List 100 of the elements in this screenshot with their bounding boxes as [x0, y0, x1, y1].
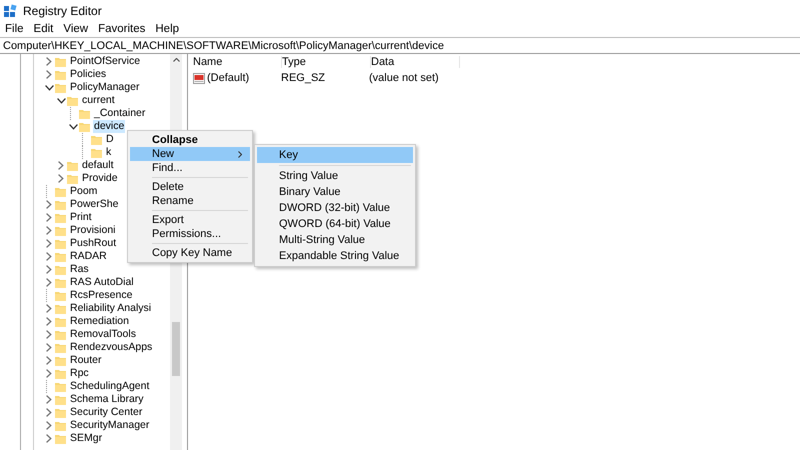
tree-item[interactable]: Rpc: [69, 367, 90, 380]
folder-icon: [55, 434, 66, 444]
tree-item[interactable]: Schema Library: [69, 393, 145, 406]
tree-item[interactable]: Poom: [69, 185, 98, 198]
scroll-up-icon[interactable]: [172, 58, 180, 62]
chevron-right-icon[interactable]: [46, 369, 52, 378]
chevron-right-icon[interactable]: [46, 304, 52, 313]
tree-item[interactable]: D: [105, 133, 115, 146]
folder-icon: [55, 186, 66, 196]
menu-item[interactable]: Binary Value: [257, 184, 413, 200]
menu-item[interactable]: DWORD (32-bit) Value: [257, 200, 413, 216]
tree-item[interactable]: default: [81, 159, 115, 172]
menu-item[interactable]: Rename: [130, 194, 250, 208]
chevron-right-icon[interactable]: [46, 252, 52, 261]
column-header[interactable]: Name: [193, 56, 282, 68]
chevron-right-icon[interactable]: [46, 434, 52, 443]
chevron-right-icon[interactable]: [46, 330, 52, 339]
tree-item[interactable]: Provisioni: [69, 224, 117, 237]
menu-item[interactable]: View: [59, 23, 92, 35]
folder-icon: [55, 200, 66, 210]
menu-item[interactable]: String Value: [257, 168, 413, 184]
address-bar[interactable]: Computer\HKEY_LOCAL_MACHINE\SOFTWARE\Microsoft\PolicyManager\current\device: [0, 37, 800, 54]
folder-icon: [55, 356, 66, 366]
folder-icon: [67, 160, 78, 170]
tree-item[interactable]: RendezvousApps: [69, 341, 154, 354]
tree-item[interactable]: RcsPresence: [69, 289, 134, 302]
column-header[interactable]: Type: [282, 56, 371, 68]
tree-item[interactable]: PowerShe: [69, 198, 120, 211]
chevron-right-icon[interactable]: [46, 395, 52, 404]
menu-item[interactable]: Edit: [30, 23, 58, 35]
chevron-right-icon[interactable]: [46, 421, 52, 430]
folder-icon: [55, 394, 66, 404]
window-title: Registry Editor: [23, 4, 102, 18]
tree-item[interactable]: Security Center: [69, 406, 144, 419]
folder-icon: [79, 122, 90, 132]
chevron-right-icon[interactable]: [46, 239, 52, 248]
tree-item[interactable]: RADAR: [69, 250, 108, 263]
menu-item[interactable]: Favorites: [94, 23, 150, 35]
tree-item[interactable]: current: [81, 94, 116, 107]
tree-item[interactable]: PushRout: [69, 237, 118, 250]
tree-item[interactable]: Policies: [69, 68, 108, 81]
table-cell-text: REG_SZ: [281, 72, 326, 84]
tree-item[interactable]: k: [105, 146, 112, 159]
folder-icon: [67, 96, 78, 106]
folder-icon: [55, 70, 66, 80]
menu-item[interactable]: New: [130, 147, 250, 161]
tree-item[interactable]: Print: [69, 211, 93, 224]
chevron-right-icon[interactable]: [46, 70, 52, 79]
chevron-right-icon[interactable]: [46, 278, 52, 287]
tree-item[interactable]: _Container: [93, 107, 146, 120]
chevron-right-icon[interactable]: [46, 343, 52, 352]
tree-item[interactable]: PolicyManager: [69, 81, 140, 94]
menu-item[interactable]: Permissions...: [130, 227, 250, 241]
table-cell-text: (value not set): [369, 72, 440, 84]
chevron-right-icon[interactable]: [46, 356, 52, 365]
tree-item[interactable]: SchedulingAgent: [69, 380, 150, 393]
tree-item[interactable]: RemovalTools: [69, 328, 137, 341]
menu-item[interactable]: File: [1, 23, 28, 35]
tree-item[interactable]: Ras: [69, 263, 90, 276]
table-cell: (Default): [207, 72, 250, 84]
chevron-down-icon[interactable]: [44, 84, 54, 90]
chevron-down-icon[interactable]: [68, 124, 78, 130]
menu-item[interactable]: QWORD (64-bit) Value: [257, 216, 413, 232]
tree-item[interactable]: RAS AutoDial: [69, 276, 135, 289]
menu-item[interactable]: Expandable String Value: [257, 248, 413, 264]
chevron-right-icon[interactable]: [46, 265, 52, 274]
folder-icon: [55, 330, 66, 340]
tree-item[interactable]: Reliability Analysi: [69, 302, 152, 315]
tree-item[interactable]: PointOfService: [69, 55, 142, 68]
tree-item[interactable]: SecurityManager: [69, 419, 150, 432]
registry-icon: [4, 4, 18, 18]
column-header[interactable]: Data: [371, 56, 460, 68]
menu-item[interactable]: Export: [130, 213, 250, 227]
chevron-right-icon[interactable]: [46, 213, 52, 222]
chevron-right-icon[interactable]: [46, 200, 52, 209]
tree-item[interactable]: Remediation: [69, 315, 130, 328]
tree-item[interactable]: SEMgr: [69, 432, 104, 445]
menu-item[interactable]: Multi-String Value: [257, 232, 413, 248]
menu-item[interactable]: Help: [151, 23, 184, 35]
chevron-right-icon[interactable]: [58, 161, 64, 170]
tree-item[interactable]: Router: [69, 354, 103, 367]
scroll-thumb[interactable]: [172, 322, 180, 376]
menu-item[interactable]: Key: [257, 147, 413, 163]
chevron-right-icon[interactable]: [46, 317, 52, 326]
chevron-right-icon[interactable]: [58, 174, 64, 183]
folder-icon: [79, 108, 90, 118]
chevron-down-icon[interactable]: [56, 98, 66, 104]
menu-item[interactable]: Copy Key Name: [130, 246, 250, 260]
folder-icon: [55, 278, 66, 288]
chevron-right-icon[interactable]: [46, 57, 52, 66]
chevron-right-icon[interactable]: [46, 408, 52, 417]
menu-item[interactable]: Delete: [130, 180, 250, 194]
menu-item[interactable]: Find...: [130, 161, 250, 175]
folder-icon: [55, 382, 66, 392]
tree-item[interactable]: Provide: [81, 172, 119, 185]
folder-icon: [67, 174, 78, 184]
menu-item[interactable]: Collapse: [130, 133, 250, 147]
chevron-right-icon[interactable]: [46, 226, 52, 235]
folder-icon: [55, 252, 66, 262]
tree-item[interactable]: device: [93, 120, 126, 133]
